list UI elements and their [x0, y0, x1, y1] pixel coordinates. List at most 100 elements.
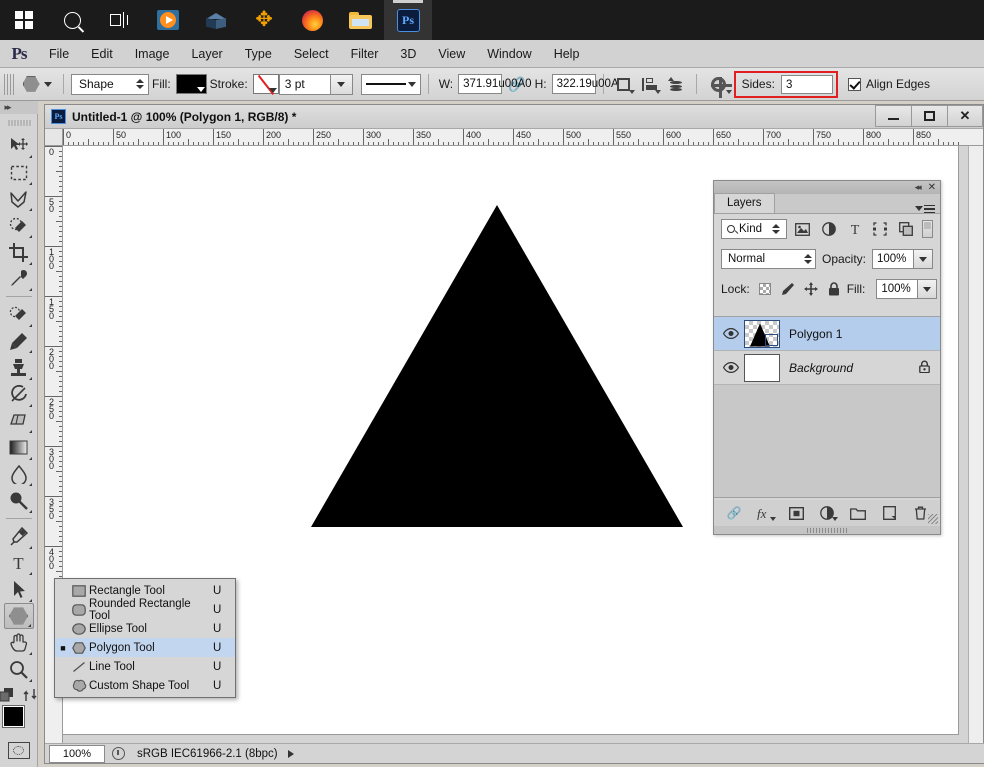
tab-layers[interactable]: Layers: [714, 193, 775, 213]
current-tool-preview[interactable]: [18, 72, 44, 96]
eyedropper-tool[interactable]: [4, 266, 34, 293]
layer-visibility-icon[interactable]: [718, 362, 744, 373]
sides-input[interactable]: 3: [781, 75, 833, 94]
menu-help[interactable]: Help: [543, 40, 591, 68]
lock-image-pixels-icon[interactable]: [781, 282, 795, 296]
close-button[interactable]: ✕: [947, 105, 983, 127]
lock-position-icon[interactable]: [804, 282, 818, 296]
menu-view[interactable]: View: [427, 40, 476, 68]
gradient-tool[interactable]: [4, 434, 34, 461]
network-tool-button[interactable]: ✥: [240, 0, 288, 40]
fill-dropdown[interactable]: [918, 279, 937, 299]
quick-selection-tool[interactable]: [4, 212, 34, 239]
layer-name[interactable]: Background: [789, 361, 853, 375]
horizontal-ruler[interactable]: 0501001502002503003504004505005506006507…: [63, 129, 983, 146]
eraser-tool[interactable]: [4, 408, 34, 435]
delete-layer-icon[interactable]: [911, 504, 929, 522]
layer-list[interactable]: Polygon 1 Background: [714, 316, 940, 498]
double-chevron-left-icon[interactable]: ◂◂: [915, 182, 920, 193]
layer-name[interactable]: Polygon 1: [789, 327, 842, 341]
path-alignment-icon[interactable]: [637, 72, 663, 96]
panel-bottom-grip[interactable]: [714, 526, 940, 534]
move-tool[interactable]: [4, 133, 34, 160]
history-brush-tool[interactable]: [4, 381, 34, 408]
opacity-dropdown[interactable]: [914, 249, 933, 269]
menu-image[interactable]: Image: [124, 40, 181, 68]
photoshop-taskbar-button[interactable]: Ps: [384, 0, 432, 40]
zoom-level-input[interactable]: 100%: [49, 745, 105, 763]
new-group-icon[interactable]: [849, 504, 867, 522]
type-tool[interactable]: T: [4, 550, 34, 577]
path-operations-icon[interactable]: [611, 72, 637, 96]
timing-icon[interactable]: [105, 745, 131, 763]
flyout-item-polygon-tool[interactable]: ■ Polygon Tool U: [55, 638, 235, 657]
virtualbox-button[interactable]: [192, 0, 240, 40]
opacity-input[interactable]: 100%: [872, 249, 914, 269]
zoom-tool[interactable]: [4, 656, 34, 683]
layer-row-background[interactable]: Background: [714, 351, 940, 385]
shape-mode-select[interactable]: Shape: [71, 74, 149, 95]
options-bar-grip[interactable]: [4, 74, 14, 95]
new-layer-icon[interactable]: [880, 504, 898, 522]
fill-input[interactable]: 100%: [876, 279, 918, 299]
add-layer-mask-icon[interactable]: [787, 504, 805, 522]
flyout-item-custom-shape-tool[interactable]: Custom Shape Tool U: [55, 676, 235, 695]
foreground-color-swatch[interactable]: [3, 706, 24, 727]
play-triangle-icon[interactable]: [288, 750, 294, 758]
lasso-tool[interactable]: [4, 186, 34, 213]
filter-type-icon[interactable]: T: [845, 219, 865, 239]
width-input[interactable]: 371.91: [458, 74, 502, 94]
polygon-triangle-shape[interactable]: [311, 205, 683, 527]
quick-mask-button[interactable]: [8, 742, 30, 759]
close-icon[interactable]: ✕: [928, 183, 936, 193]
link-layers-icon[interactable]: 🔗: [725, 504, 743, 522]
filter-kind-select[interactable]: Kind: [721, 219, 787, 239]
filter-smartobject-icon[interactable]: [896, 219, 916, 239]
pen-tool[interactable]: [4, 523, 34, 550]
color-swatches[interactable]: [2, 706, 36, 736]
menu-file[interactable]: File: [38, 40, 80, 68]
path-arrangement-icon[interactable]: [663, 72, 689, 96]
media-player-button[interactable]: [144, 0, 192, 40]
layer-style-fx-icon[interactable]: fx: [756, 504, 774, 522]
layer-thumbnail[interactable]: [744, 320, 780, 348]
height-input[interactable]: 322.19: [552, 74, 596, 94]
layer-row-polygon-1[interactable]: Polygon 1: [714, 317, 940, 351]
menu-window[interactable]: Window: [476, 40, 542, 68]
stroke-width-dropdown[interactable]: [331, 74, 353, 95]
rectangular-marquee-tool[interactable]: [4, 159, 34, 186]
stroke-style-select[interactable]: [361, 74, 421, 95]
document-title-bar[interactable]: Ps Untitled-1 @ 100% (Polygon 1, RGB/8) …: [45, 105, 983, 129]
ruler-corner[interactable]: [45, 129, 63, 146]
clone-stamp-tool[interactable]: [4, 354, 34, 381]
crop-tool[interactable]: [4, 239, 34, 266]
firefox-button[interactable]: [288, 0, 336, 40]
flyout-item-ellipse-tool[interactable]: Ellipse Tool U: [55, 619, 235, 638]
edit-toolbar-icon[interactable]: [0, 688, 15, 702]
blur-tool[interactable]: [4, 461, 34, 488]
swap-arrows-icon[interactable]: [23, 688, 38, 702]
start-button[interactable]: [0, 0, 48, 40]
task-view-button[interactable]: [96, 0, 144, 40]
healing-brush-tool[interactable]: [4, 301, 34, 328]
hand-tool[interactable]: [4, 629, 34, 656]
filter-adjustment-icon[interactable]: [819, 219, 839, 239]
filter-toggle-icon[interactable]: [922, 220, 933, 238]
filter-shape-icon[interactable]: [870, 219, 890, 239]
layer-visibility-icon[interactable]: [718, 328, 744, 339]
menu-filter[interactable]: Filter: [340, 40, 390, 68]
flyout-item-line-tool[interactable]: Line Tool U: [55, 657, 235, 676]
align-edges-checkbox[interactable]: Align Edges: [848, 77, 930, 91]
menu-select[interactable]: Select: [283, 40, 340, 68]
menu-edit[interactable]: Edit: [80, 40, 124, 68]
polygon-shape-tool[interactable]: [4, 603, 34, 630]
maximize-button[interactable]: [911, 105, 947, 127]
panel-resize-grip[interactable]: [928, 514, 938, 524]
layer-thumbnail[interactable]: [744, 354, 780, 382]
path-selection-tool[interactable]: [4, 576, 34, 603]
panel-menu-icon[interactable]: [915, 205, 935, 214]
fill-color-swatch[interactable]: [176, 74, 207, 94]
file-explorer-button[interactable]: [336, 0, 384, 40]
brush-tool[interactable]: [4, 328, 34, 355]
search-button[interactable]: [48, 0, 96, 40]
